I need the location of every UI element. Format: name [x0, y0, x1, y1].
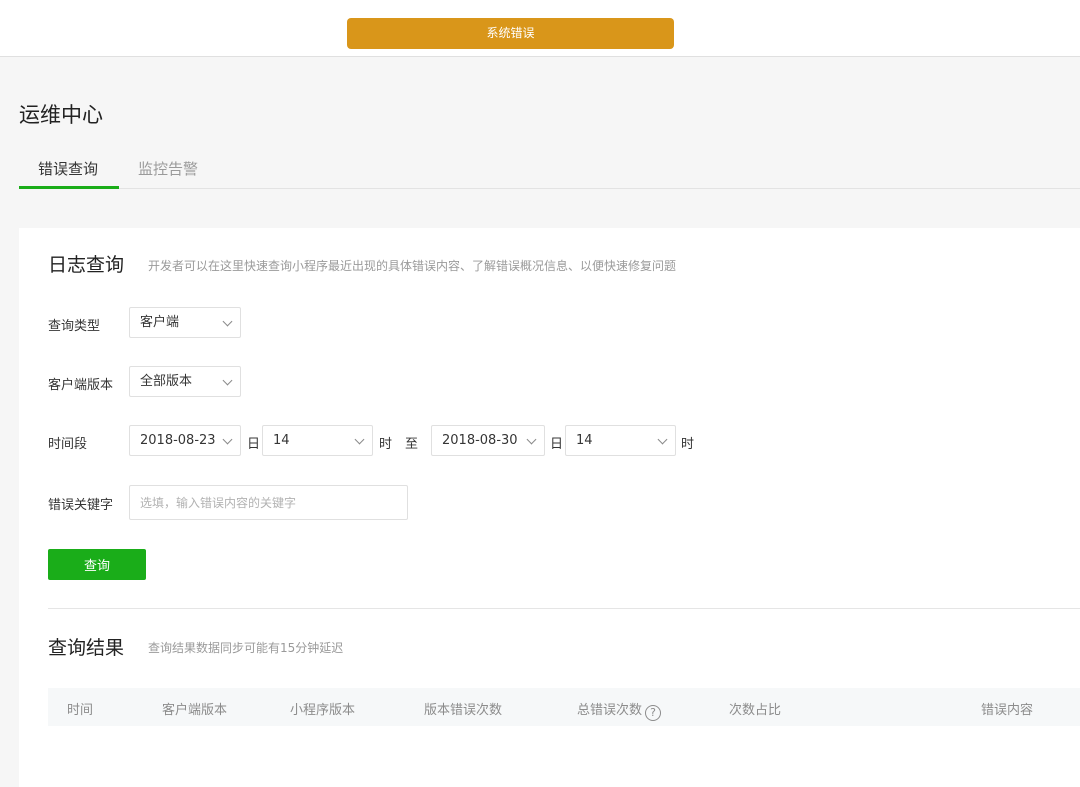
end-date-select[interactable]: 2018-08-30: [431, 425, 545, 456]
column-header-error-content: 错误内容: [981, 703, 1034, 718]
column-header-time: 时间: [67, 703, 94, 718]
question-mark-icon[interactable]: ?: [645, 705, 662, 721]
time-range-label: 时间段: [48, 437, 88, 452]
client-version-value: 全部版本: [140, 374, 193, 389]
tab-bar: 错误查询 监控告警: [19, 150, 1080, 189]
start-hour-unit: 时: [379, 437, 393, 452]
tab-error-query[interactable]: 错误查询: [38, 158, 98, 179]
end-hour-unit: 时: [681, 437, 695, 452]
column-header-ratio: 次数占比: [729, 703, 782, 718]
end-hour-select[interactable]: 14: [565, 425, 676, 456]
query-type-select[interactable]: 客户端: [129, 307, 241, 338]
active-tab-indicator: [19, 186, 119, 189]
column-header-miniprogram-version: 小程序版本: [290, 703, 356, 718]
range-separator: 至: [405, 437, 419, 452]
start-hour-select[interactable]: 14: [262, 425, 373, 456]
section-divider: [48, 608, 1080, 609]
chevron-down-icon: [216, 308, 240, 337]
keyword-label: 错误关键字: [48, 498, 114, 513]
chevron-down-icon: [348, 426, 372, 455]
end-day-unit: 日: [550, 437, 564, 452]
query-button[interactable]: 查询: [48, 549, 146, 580]
query-type-label: 查询类型: [48, 319, 101, 334]
log-query-title: 日志查询: [48, 254, 125, 276]
results-table-header: 时间 客户端版本 小程序版本 版本错误次数 总错误次数? 次数占比 错误内容: [48, 688, 1080, 726]
chevron-down-icon: [216, 426, 240, 455]
top-bar: 系统错误: [0, 0, 1080, 57]
end-hour-value: 14: [576, 433, 593, 448]
results-title: 查询结果: [48, 637, 125, 659]
chevron-down-icon: [651, 426, 675, 455]
results-description: 查询结果数据同步可能有15分钟延迟: [148, 641, 344, 655]
start-day-unit: 日: [247, 437, 261, 452]
start-date-value: 2018-08-23: [140, 433, 216, 448]
column-header-total-error-count-label: 总错误次数: [577, 703, 643, 718]
column-header-total-error-count: 总错误次数?: [577, 699, 662, 721]
tab-monitor-alert[interactable]: 监控告警: [138, 158, 198, 179]
client-version-label: 客户端版本: [48, 378, 114, 393]
column-header-version-error-count: 版本错误次数: [424, 703, 503, 718]
end-date-value: 2018-08-30: [442, 433, 518, 448]
column-header-client-version: 客户端版本: [162, 703, 228, 718]
log-query-description: 开发者可以在这里快速查询小程序最近出现的具体错误内容、了解错误概况信息、以便快速…: [148, 259, 677, 273]
client-version-select[interactable]: 全部版本: [129, 366, 241, 397]
start-hour-value: 14: [273, 433, 290, 448]
query-type-value: 客户端: [140, 315, 180, 330]
page-title: 运维中心: [19, 103, 103, 127]
system-error-banner[interactable]: 系统错误: [347, 18, 674, 49]
keyword-input[interactable]: [129, 485, 408, 520]
chevron-down-icon: [216, 367, 240, 396]
start-date-select[interactable]: 2018-08-23: [129, 425, 241, 456]
log-query-card: 日志查询 开发者可以在这里快速查询小程序最近出现的具体错误内容、了解错误概况信息…: [19, 228, 1080, 787]
chevron-down-icon: [520, 426, 544, 455]
